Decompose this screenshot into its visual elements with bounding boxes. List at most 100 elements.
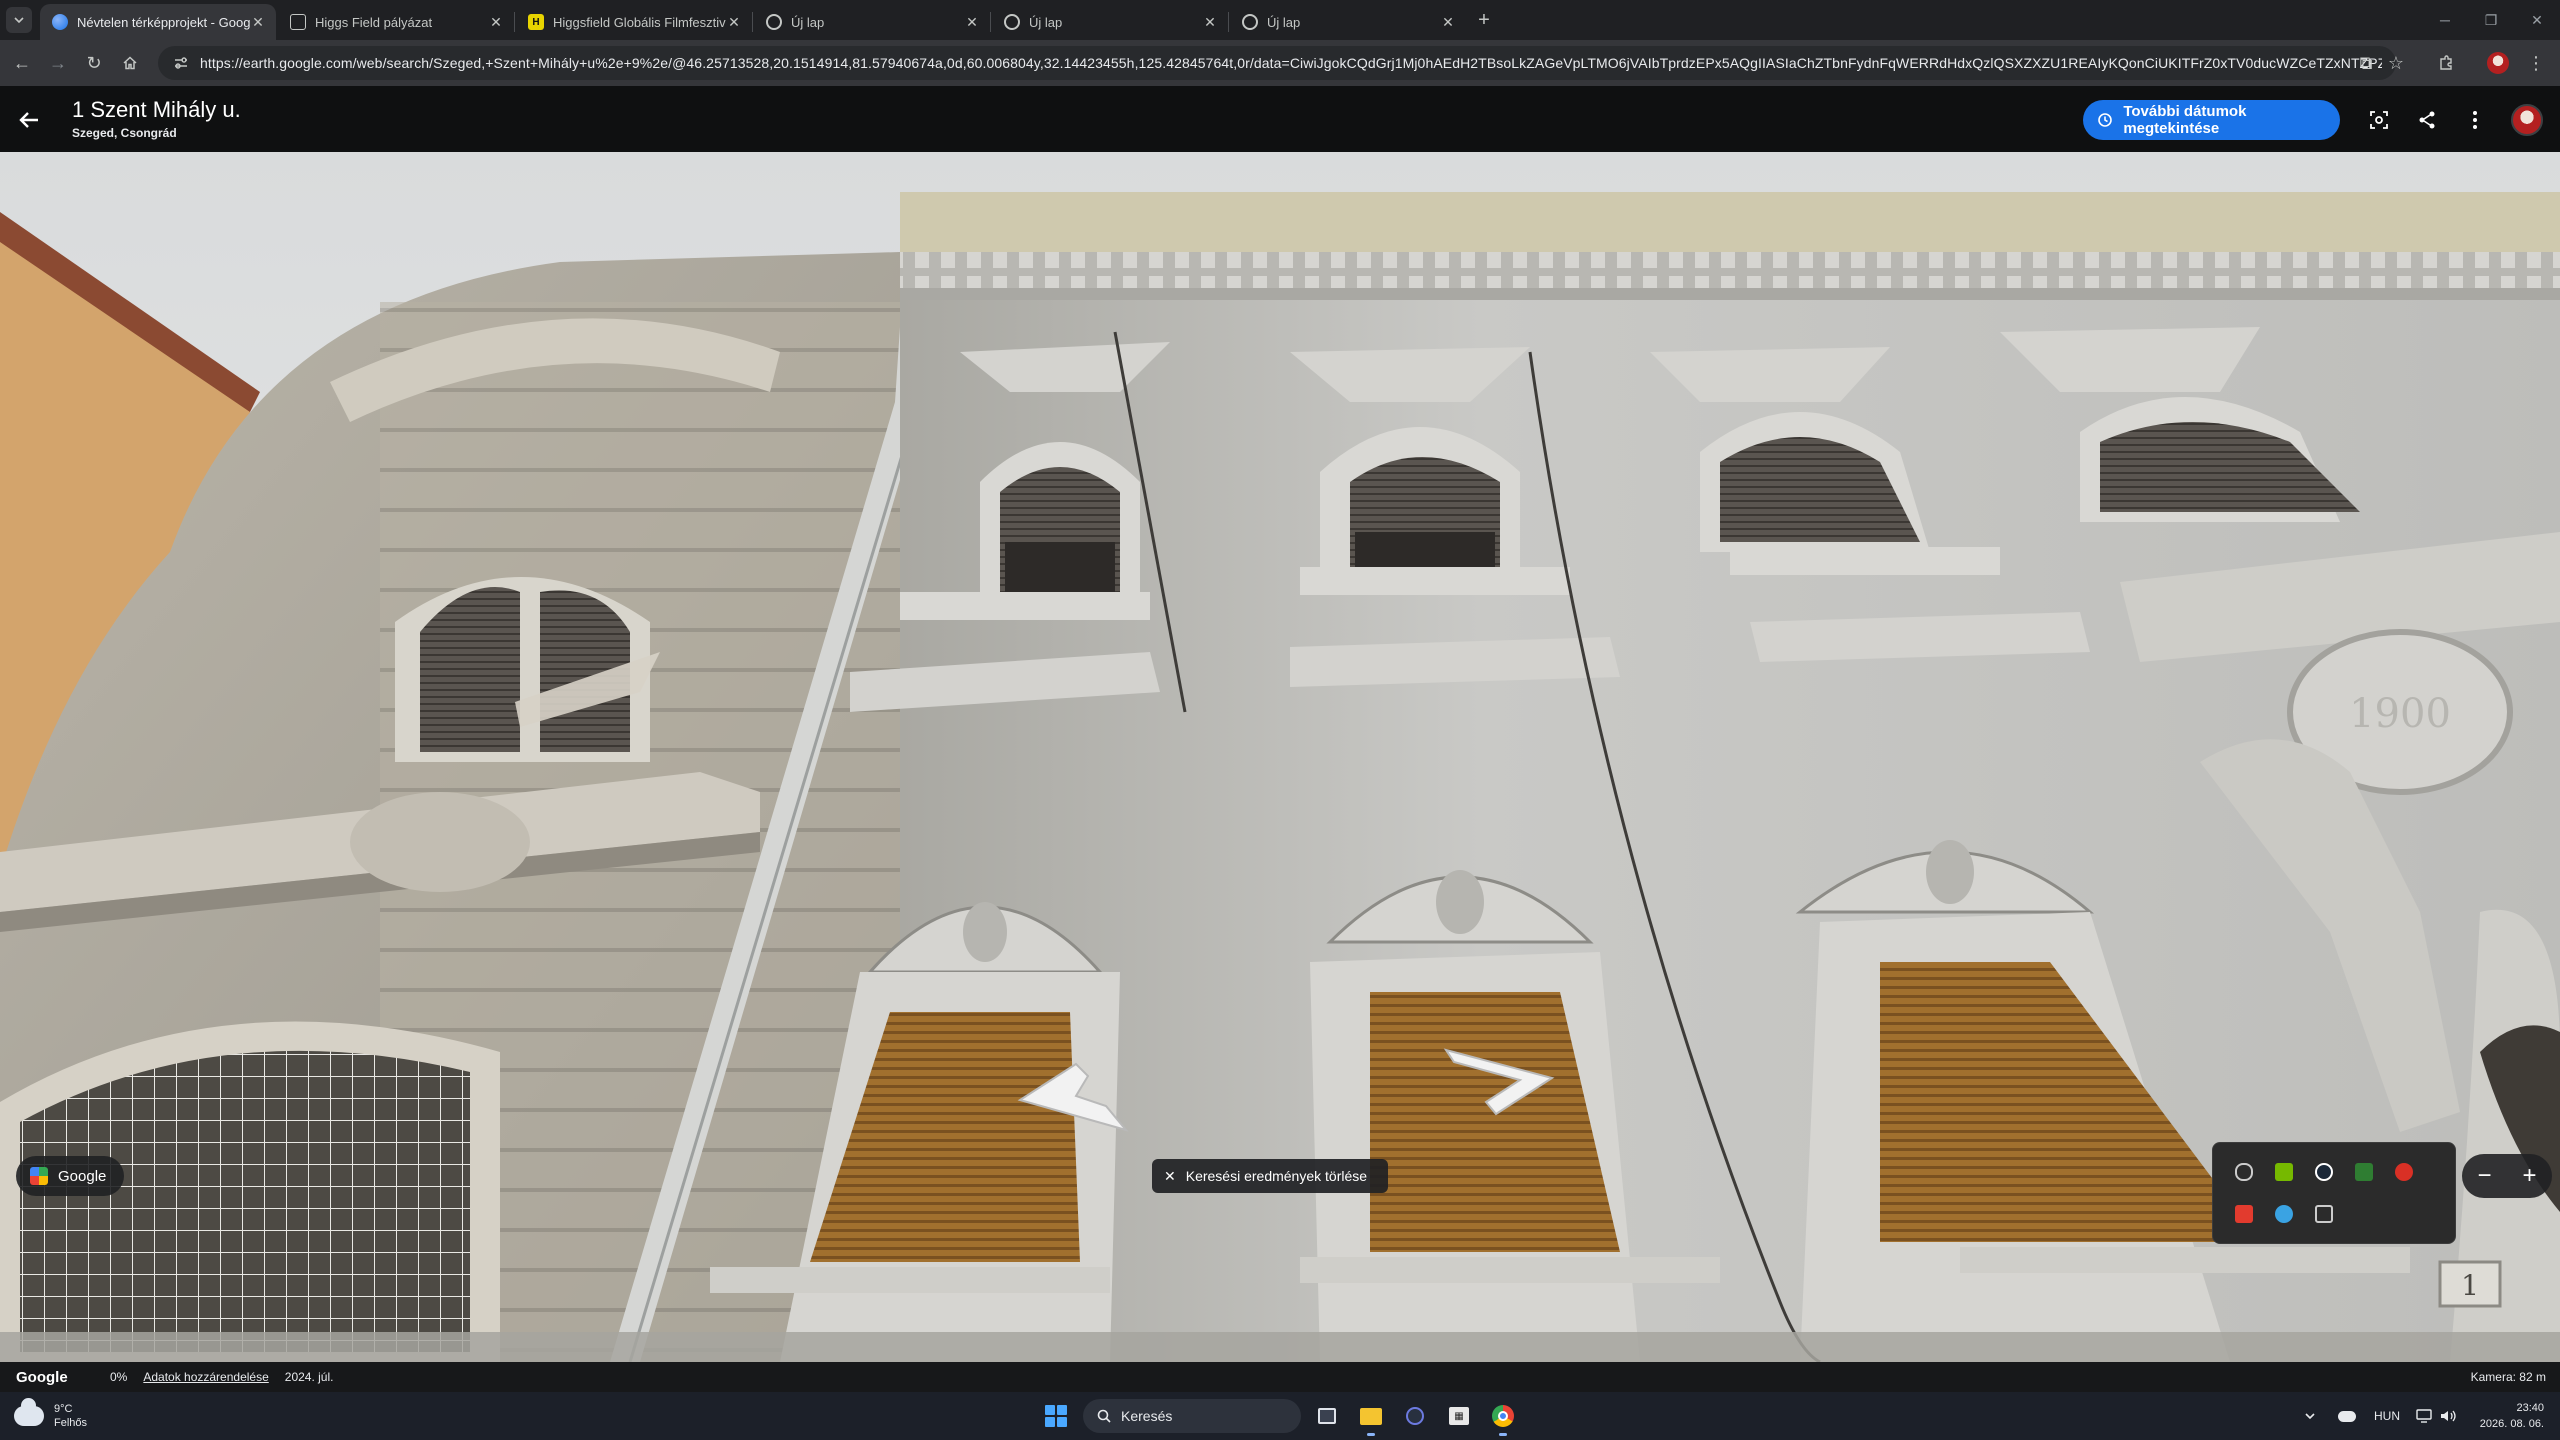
tab-title: Higgs Field pályázat (315, 14, 433, 30)
extensions-icon[interactable] (2432, 49, 2460, 77)
teams-app-icon[interactable] (1400, 1401, 1430, 1431)
tab-title: Névtelen térképprojekt - Google (77, 14, 250, 30)
app-tray-icon[interactable] (2355, 1163, 2373, 1181)
clock-time: 23:40 (2516, 1402, 2544, 1414)
close-tab-icon[interactable]: ✕ (250, 14, 266, 30)
tab-new-3[interactable]: Új lap ✕ (1230, 4, 1466, 40)
bookmark-star-icon[interactable]: ☆ (2382, 49, 2410, 77)
document-icon (290, 14, 306, 30)
close-tab-icon[interactable]: ✕ (964, 14, 980, 30)
steam-tray-icon[interactable] (2315, 1163, 2333, 1181)
capture-date: 2024. júl. (284, 1370, 334, 1384)
task-view-icon[interactable] (1312, 1401, 1342, 1431)
calendar-app-icon[interactable]: ▦ (1444, 1401, 1474, 1431)
tab-title: Új lap (791, 14, 825, 30)
clear-search-results-button[interactable]: ✕ Keresési eredmények törlése (1152, 1159, 1388, 1193)
zoom-in-button[interactable]: + (2522, 1162, 2536, 1190)
weather-widget[interactable]: 9°C Felhős (14, 1398, 87, 1434)
address-bar[interactable]: https://earth.google.com/web/search/Szeg… (158, 46, 2396, 80)
volume-icon[interactable] (2440, 1392, 2456, 1440)
maps-footer: Google 0% Adatok hozzárendelése 2024. jú… (0, 1362, 2560, 1392)
defender-tray-icon[interactable] (2275, 1205, 2293, 1223)
close-tab-icon[interactable]: ✕ (1202, 14, 1218, 30)
windows-taskbar: 9°C Felhős Keresés ▦ HUN 23:40 2026. 08.… (0, 1392, 2560, 1440)
close-tab-icon[interactable]: ✕ (488, 14, 504, 30)
browser-toolbar: ← → ↻ https://earth.google.com/web/searc… (0, 40, 2560, 86)
facade-year: 1900 (2349, 691, 2451, 737)
cloud-icon (14, 1398, 44, 1426)
taskbar-clock[interactable]: 23:40 2026. 08. 06. (2480, 1400, 2544, 1432)
account-avatar[interactable] (2511, 104, 2543, 136)
street-view-header: 1 Szent Mihály u. Szeged, Csongrád Továb… (0, 86, 2560, 152)
clock-date: 2026. 08. 06. (2479, 1418, 2544, 1430)
windows-start-icon[interactable] (1045, 1405, 1067, 1427)
reload-icon[interactable]: ↻ (80, 49, 108, 77)
google-logo: Google (16, 1368, 68, 1386)
search-icon (1097, 1409, 1111, 1423)
google-earth-icon (52, 14, 68, 30)
forward-icon[interactable]: → (44, 49, 72, 77)
google-maps-logo-icon (30, 1167, 48, 1185)
back-arrow-icon[interactable] (14, 105, 44, 135)
usb-tray-icon[interactable] (2315, 1205, 2333, 1223)
tab-higgsfield-festival[interactable]: H Higgsfield Globális Filmfesztivál ✕ (516, 4, 752, 40)
more-dates-label: További dátumok megtekintése (2123, 103, 2247, 137)
system-tray-overflow-popup (2212, 1142, 2456, 1244)
taskbar-search[interactable]: Keresés (1083, 1399, 1301, 1433)
browser-menu-icon[interactable]: ⋮ (2522, 49, 2550, 77)
tab-title: Új lap (1029, 14, 1063, 30)
close-tab-icon[interactable]: ✕ (726, 14, 742, 30)
tab-title: Új lap (1267, 14, 1301, 30)
weather-condition: Felhős (54, 1417, 88, 1429)
profile-avatar-icon[interactable] (2484, 49, 2512, 77)
back-icon[interactable]: ← (8, 49, 36, 77)
chrome-icon (1242, 14, 1258, 30)
tab-google-earth[interactable]: Névtelen térképprojekt - Google ✕ (40, 4, 276, 40)
home-icon[interactable] (116, 49, 144, 77)
loading-percent: 0% (110, 1370, 128, 1384)
file-explorer-icon[interactable] (1356, 1401, 1386, 1436)
site-settings-icon[interactable] (172, 54, 190, 72)
onedrive-cloud-icon[interactable] (2338, 1392, 2356, 1440)
minimize-window-icon[interactable]: ─ (2422, 0, 2468, 40)
tab-title: Higgsfield Globális Filmfesztivál (553, 14, 726, 30)
antivirus-tray-icon[interactable] (2395, 1163, 2413, 1181)
google-maps-chip[interactable]: Google (16, 1156, 124, 1196)
more-options-icon[interactable] (2460, 105, 2490, 135)
taskbar-search-placeholder: Keresés (1121, 1408, 1173, 1424)
link-tray-icon[interactable] (2235, 1163, 2253, 1181)
show-hidden-icons-chevron[interactable] (2304, 1392, 2316, 1440)
share-icon[interactable] (2412, 105, 2442, 135)
restore-window-icon[interactable]: ❐ (2468, 0, 2514, 40)
chrome-app-icon[interactable] (1488, 1401, 1518, 1436)
navigate-back-arrow[interactable] (1016, 1056, 1136, 1136)
place-subtitle: Szeged, Csongrád (72, 126, 177, 140)
network-icon[interactable] (2416, 1392, 2432, 1440)
chrome-icon (766, 14, 782, 30)
navigate-forward-arrow[interactable] (1436, 1042, 1556, 1122)
new-tab-button[interactable]: + (1472, 8, 1496, 32)
history-clock-icon (2097, 111, 2113, 129)
zoom-out-button[interactable]: − (2477, 1162, 2491, 1190)
chevron-down-icon (14, 17, 24, 24)
close-tab-icon[interactable]: ✕ (1440, 14, 1456, 30)
close-window-icon[interactable]: ✕ (2514, 0, 2560, 40)
data-attribution-link[interactable]: Adatok hozzárendelése (143, 1370, 268, 1384)
tab-new-2[interactable]: Új lap ✕ (992, 4, 1228, 40)
screenshot-capture-icon[interactable] (2364, 105, 2394, 135)
input-language[interactable]: HUN (2374, 1392, 2400, 1440)
install-app-icon[interactable]: ⧉ (2352, 49, 2380, 77)
street-view-panorama[interactable]: 1900 1 Google ✕ Keresési eredmények törl… (0, 152, 2560, 1362)
camera-altitude: Kamera: 82 m (2470, 1370, 2546, 1384)
tab-higgs-field[interactable]: Higgs Field pályázat ✕ (278, 4, 514, 40)
nvidia-tray-icon[interactable] (2275, 1163, 2293, 1181)
url-text[interactable]: https://earth.google.com/web/search/Szeg… (200, 55, 2382, 71)
clear-search-label: Keresési eredmények törlése (1185, 1168, 1368, 1184)
google-chip-label: Google (58, 1167, 107, 1185)
house-number-plate: 1 (2461, 1269, 2479, 1302)
weather-temperature: 9°C (54, 1403, 73, 1415)
tab-search-button[interactable] (6, 7, 32, 33)
adobe-tray-icon[interactable] (2235, 1205, 2253, 1223)
more-dates-button[interactable]: További dátumok megtekintése (2083, 100, 2340, 140)
tab-new-1[interactable]: Új lap ✕ (754, 4, 990, 40)
